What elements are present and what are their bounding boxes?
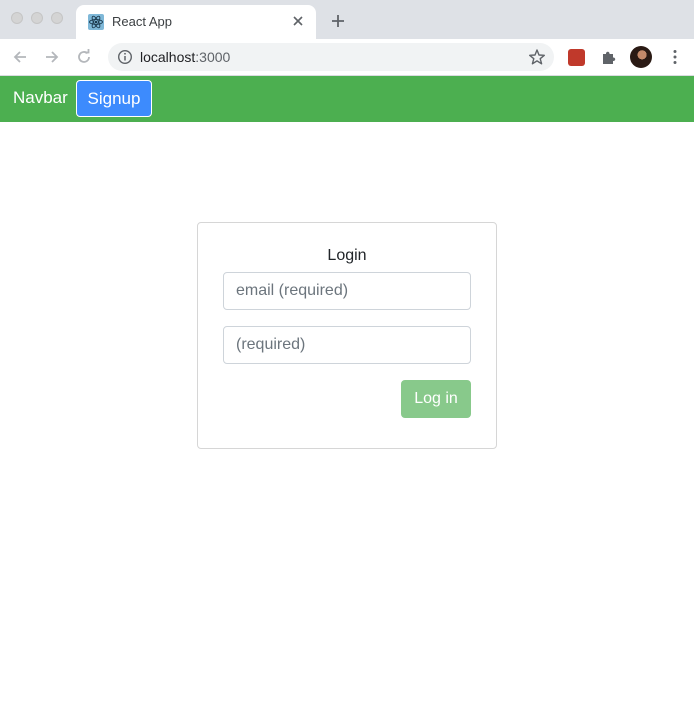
browser-tab[interactable]: React App (76, 5, 316, 39)
login-button[interactable]: Log in (401, 380, 471, 418)
address-bar[interactable]: localhost:3000 (108, 43, 554, 71)
back-arrow-icon[interactable] (11, 48, 29, 66)
more-vertical-icon[interactable] (666, 48, 684, 66)
close-icon[interactable] (290, 13, 306, 29)
url-host: localhost (140, 49, 196, 65)
window-close-dot[interactable] (11, 12, 23, 24)
login-card: Login Log in (197, 222, 497, 449)
navbar-brand[interactable]: Navbar (13, 88, 68, 108)
reload-icon[interactable] (75, 48, 93, 66)
info-icon[interactable] (117, 49, 133, 65)
email-field[interactable] (223, 272, 471, 310)
profile-avatar[interactable] (630, 46, 652, 68)
password-field[interactable] (223, 326, 471, 364)
browser-tab-strip: React App (0, 0, 694, 39)
url-port: :3000 (195, 49, 231, 65)
window-minimize-dot[interactable] (31, 12, 43, 24)
star-icon[interactable] (528, 48, 546, 66)
window-zoom-dot[interactable] (51, 12, 63, 24)
signup-button[interactable]: Signup (76, 80, 152, 117)
react-favicon-icon (88, 14, 104, 30)
browser-toolbar: localhost:3000 (0, 39, 694, 76)
url-text: localhost:3000 (140, 49, 230, 65)
tab-title: React App (112, 14, 172, 29)
login-title: Login (327, 247, 367, 264)
extension-icon[interactable] (568, 49, 585, 66)
puzzle-icon[interactable] (600, 49, 617, 66)
forward-arrow-icon[interactable] (43, 48, 61, 66)
app-navbar: Navbar Signup (0, 76, 694, 122)
plus-icon[interactable] (329, 12, 347, 30)
